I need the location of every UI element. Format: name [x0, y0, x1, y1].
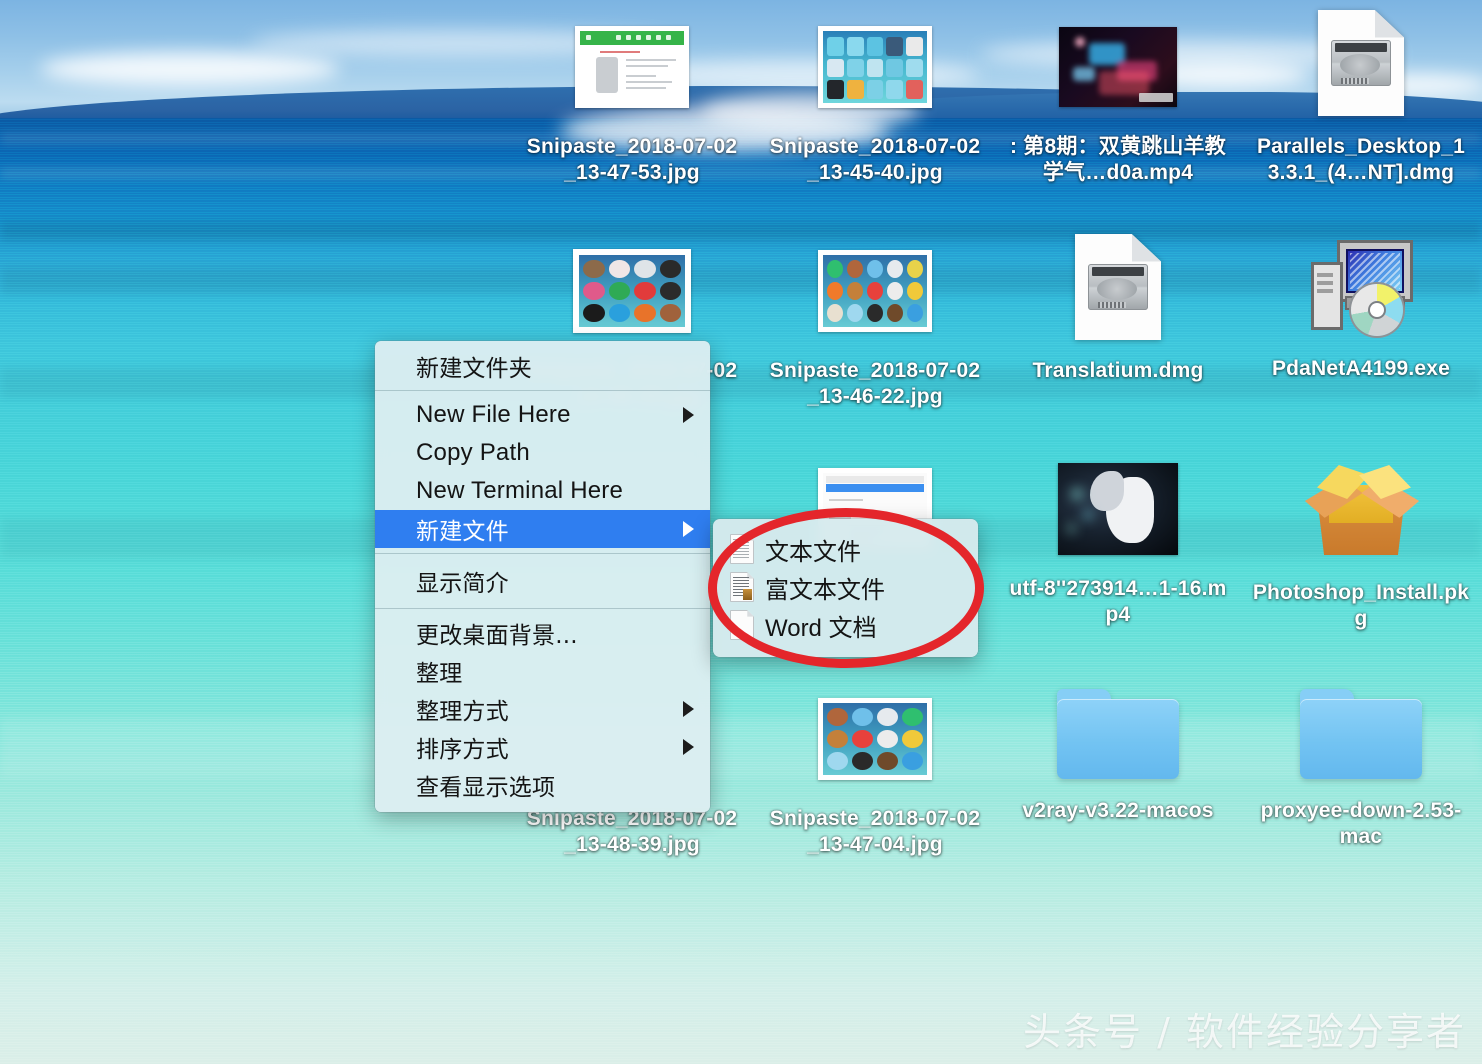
launchpad-screenshot-thumbnail — [811, 8, 939, 126]
desktop-icon-translatium-dmg[interactable]: Translatium.dmg — [1003, 224, 1233, 384]
launchpad-screenshot-thumbnail — [568, 232, 696, 350]
menu-item-label: 新建文件夹 — [416, 356, 532, 382]
menu-item-label: 显示简介 — [416, 571, 509, 597]
submenu-item-rich-text-file[interactable]: 富文本文件 — [713, 568, 978, 606]
menu-item-new-folder[interactable]: 新建文件夹 — [375, 347, 710, 385]
desktop-icon-video-mp4[interactable]: : 第8期：双黄跳山羊教学气…d0a.mp4 — [1003, 8, 1233, 185]
desktop-icon-pdanet-exe[interactable]: PdaNetA4199.exe — [1246, 228, 1476, 382]
submenu-item-label: 文本文件 — [765, 538, 861, 566]
menu-item-label: Copy Path — [416, 439, 530, 466]
menu-item-show-view-options[interactable]: 查看显示选项 — [375, 766, 710, 804]
desktop-icon-label: Snipaste_2018-07-02_13-46-22.jpg — [769, 359, 981, 408]
desktop-icon-snipaste-13-47-53[interactable]: Snipaste_2018-07-02_13-47-53.jpg — [517, 8, 747, 185]
desktop-icon-parallels-dmg[interactable]: Parallels_Desktop_13.3.1_(4…NT].dmg — [1246, 0, 1476, 185]
chevron-right-icon — [683, 407, 694, 423]
menu-separator — [375, 608, 710, 609]
chevron-right-icon — [683, 521, 694, 537]
video-thumbnail — [1054, 8, 1182, 126]
menu-item-new-terminal-here[interactable]: New Terminal Here — [375, 472, 710, 510]
menu-item-clean-up-by[interactable]: 整理方式 — [375, 690, 710, 728]
menu-item-copy-path[interactable]: Copy Path — [375, 434, 710, 472]
menu-item-sort-by[interactable]: 排序方式 — [375, 728, 710, 766]
menu-item-label: 查看显示选项 — [416, 775, 556, 801]
dmg-disk-image-icon — [1054, 224, 1182, 350]
menu-item-new-file[interactable]: 新建文件 — [375, 510, 710, 548]
menu-separator — [375, 390, 710, 391]
desktop-icon-utf8-mp4[interactable]: utf-8''273914…1-16.mp4 — [1003, 450, 1233, 627]
menu-item-get-info[interactable]: 显示简介 — [375, 559, 710, 603]
menu-item-label: New Terminal Here — [416, 477, 624, 504]
menu-item-label: 新建文件 — [416, 519, 509, 545]
desktop-icon-label: Snipaste_2018-07-02_13-45-40.jpg — [769, 135, 981, 184]
desktop-icon-snipaste-13-47-04[interactable]: Snipaste_2018-07-02_13-47-04.jpg — [760, 680, 990, 857]
desktop-icon-snipaste-13-45-40[interactable]: Snipaste_2018-07-02_13-45-40.jpg — [760, 8, 990, 185]
desktop-icon-label: Snipaste_2018-07-02_13-47-53.jpg — [526, 135, 738, 184]
launchpad-screenshot-thumbnail — [811, 232, 939, 350]
submenu-item-label: Word 文档 — [765, 614, 877, 642]
dmg-disk-image-icon — [1297, 0, 1425, 126]
submenu-item-word-document[interactable]: Word 文档 — [713, 606, 978, 644]
desktop-icon-photoshop-pkg[interactable]: Photoshop_Install.pkg — [1246, 450, 1476, 631]
desktop-icon-label: : 第8期：双黄跳山羊教学气…d0a.mp4 — [1010, 135, 1226, 184]
menu-separator — [375, 553, 710, 554]
desktop-icon-label: proxyee-down-2.53-mac — [1260, 799, 1462, 848]
folder-icon — [1054, 680, 1182, 790]
desktop-icon-proxyee-folder[interactable]: proxyee-down-2.53-mac — [1246, 680, 1476, 849]
desktop-icon-label: PdaNetA4199.exe — [1271, 357, 1451, 380]
desktop-icon-label: Translatium.dmg — [1032, 359, 1204, 382]
windows-exe-icon — [1297, 228, 1425, 348]
desktop-icon-v2ray-folder[interactable]: v2ray-v3.22-macos — [1003, 680, 1233, 824]
chevron-right-icon — [683, 739, 694, 755]
menu-item-change-desktop-background[interactable]: 更改桌面背景... — [375, 614, 710, 652]
desktop-icon-snipaste-13-46-22[interactable]: Snipaste_2018-07-02_13-46-22.jpg — [760, 232, 990, 409]
word-document-icon — [730, 610, 754, 640]
browser-screenshot-thumbnail — [568, 8, 696, 126]
menu-item-label: New File Here — [416, 401, 571, 428]
pkg-box-icon — [1297, 450, 1425, 572]
desktop-icon-label: Snipaste_2018-07-02_13-47-04.jpg — [769, 807, 981, 856]
rich-text-document-icon — [730, 572, 754, 602]
new-file-submenu[interactable]: 文本文件 富文本文件 Word 文档 — [713, 519, 978, 657]
watermark-text: 头条号 / 软件经验分享者 — [1023, 1010, 1466, 1054]
chevron-right-icon — [683, 701, 694, 717]
launchpad-screenshot-thumbnail — [811, 680, 939, 798]
folder-icon — [1297, 680, 1425, 790]
submenu-item-text-file[interactable]: 文本文件 — [713, 530, 978, 568]
desktop-icon-label: Parallels_Desktop_13.3.1_(4…NT].dmg — [1256, 135, 1466, 184]
desktop-icon-label: v2ray-v3.22-macos — [1022, 799, 1214, 822]
submenu-item-label: 富文本文件 — [765, 576, 885, 604]
desktop-icon-label: Snipaste_2018-07-02_13-48-39.jpg — [526, 807, 738, 856]
text-document-icon — [730, 534, 754, 564]
desktop-context-menu[interactable]: 新建文件夹 New File Here Copy Path New Termin… — [375, 341, 710, 812]
desktop-icon-label: utf-8''273914…1-16.mp4 — [1009, 577, 1227, 626]
video-thumbnail — [1054, 450, 1182, 568]
menu-item-label: 整理方式 — [416, 699, 509, 725]
menu-item-clean-up[interactable]: 整理 — [375, 652, 710, 690]
menu-item-label: 更改桌面背景... — [416, 623, 578, 649]
menu-item-label: 整理 — [416, 661, 463, 687]
desktop-icon-label: Photoshop_Install.pkg — [1252, 581, 1470, 630]
menu-item-new-file-here[interactable]: New File Here — [375, 396, 710, 434]
menu-item-label: 排序方式 — [416, 737, 509, 763]
